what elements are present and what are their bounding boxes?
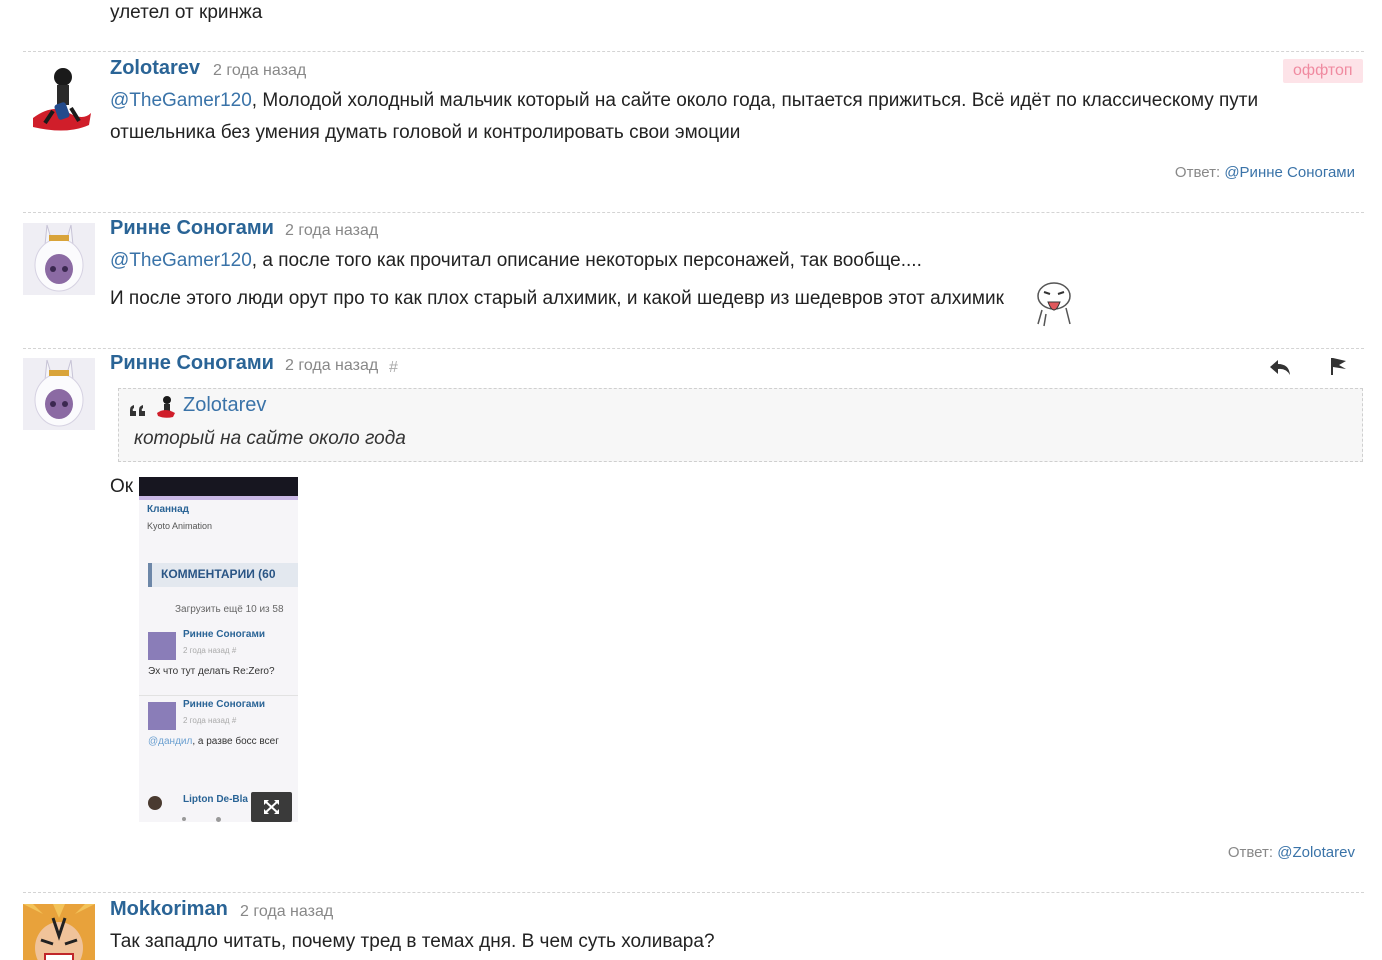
reply-to-link[interactable]: @Zolotarev <box>1277 844 1355 861</box>
comment-separator <box>23 212 1364 213</box>
screenshot-comment-author: Ринне Соногами <box>183 629 265 640</box>
quote-text: который на сайте около года <box>134 428 406 449</box>
comment-author[interactable]: Zolotarev <box>110 57 200 80</box>
phone-status-bar <box>139 477 298 496</box>
comment-text: Ок <box>110 476 134 497</box>
comment-text-line: @TheGamer120, Молодой холодный мальчик к… <box>110 85 1258 117</box>
screenshot-avatar <box>148 632 176 660</box>
comment-time: 2 года назад <box>213 62 307 79</box>
avatar[interactable] <box>23 63 95 135</box>
comment-text-line: И после этого люди орут про то как плох … <box>110 288 1004 309</box>
permalink-hash[interactable]: # <box>389 359 398 377</box>
quote-author-avatar <box>155 395 177 419</box>
screenshot-comment-time: 2 года назад # <box>183 716 237 725</box>
screenshot-comment-text: @дандил, а разве босс всег <box>148 736 279 747</box>
previous-comment-text: улетел от кринжа <box>110 2 263 23</box>
comment-text: , Молодой холодный мальчик который на са… <box>251 90 1259 111</box>
avatar[interactable] <box>23 358 95 430</box>
comment-time: 2 года назад <box>285 357 379 374</box>
screenshot-comment-author: Lipton De-Bla <box>183 794 248 805</box>
screenshot-mention: @дандил <box>148 736 193 747</box>
comment-author[interactable]: Ринне Соногами <box>110 217 274 240</box>
quote-author[interactable]: Zolotarev <box>183 394 266 417</box>
comment-text-line: отшельника без умения думать головой и к… <box>110 122 741 143</box>
avatar[interactable] <box>23 904 95 960</box>
screenshot-comment-body: , а разве босс всег <box>192 736 279 747</box>
reply-label: Ответ: <box>1174 164 1221 181</box>
screenshot-comment-text: Эх что тут делать Re:Zero? <box>148 666 275 677</box>
reply-to: Ответ: @Ринне Соногами <box>1175 164 1355 181</box>
reply-icon[interactable] <box>1268 356 1292 378</box>
reply-to: Ответ: @Zolotarev <box>1228 844 1355 861</box>
mention-link[interactable]: @TheGamer120 <box>110 90 252 111</box>
reply-to-link[interactable]: @Ринне Соногами <box>1224 164 1355 181</box>
comment-author[interactable]: Ринне Соногами <box>110 352 274 375</box>
meme-sticker <box>1030 278 1076 328</box>
screenshot-section-label: КОММЕНТАРИИ (60 <box>161 567 276 581</box>
screenshot-avatar <box>148 796 162 810</box>
flag-icon[interactable] <box>1327 355 1349 377</box>
screenshot-comment-author: Ринне Соногами <box>183 699 265 710</box>
screenshot-section: КОММЕНТАРИИ (60 <box>148 563 298 587</box>
comment-time: 2 года назад <box>240 903 334 920</box>
avatar[interactable] <box>23 223 95 295</box>
screenshot-title: Кланнад <box>147 504 190 515</box>
comment-author[interactable]: Mokkoriman <box>110 898 228 921</box>
screenshot-divider <box>139 695 298 696</box>
comment-text: Так западло читать, почему тред в темах … <box>110 931 715 952</box>
quote-block: Zolotarev который на сайте около года <box>118 388 1363 462</box>
reply-label: Ответ: <box>1227 844 1274 861</box>
quote-icon <box>129 403 147 417</box>
offtopic-badge: оффтоп <box>1283 59 1363 83</box>
attached-screenshot[interactable]: Кланнад Kyoto Animation КОММЕНТАРИИ (60 … <box>139 477 298 822</box>
screenshot-nav-dot <box>182 817 186 821</box>
comment-time: 2 года назад <box>285 222 379 239</box>
comment-separator <box>23 348 1364 349</box>
mention-link[interactable]: @TheGamer120 <box>110 250 252 271</box>
comment-text: , а после того как прочитал описание нек… <box>251 250 922 271</box>
screenshot-avatar <box>148 702 176 730</box>
comment-separator <box>23 892 1364 893</box>
comment-text-line: @TheGamer120, а после того как прочитал … <box>110 245 922 277</box>
comment-separator <box>23 51 1364 52</box>
expand-icon[interactable] <box>251 792 292 822</box>
screenshot-studio: Kyoto Animation <box>147 521 213 531</box>
screenshot-nav-dot <box>216 817 221 822</box>
screenshot-load-more: Загрузить ещё 10 из 58 <box>175 604 284 615</box>
phone-header-strip <box>139 496 298 500</box>
screenshot-comment-time: 2 года назад # <box>183 646 237 655</box>
